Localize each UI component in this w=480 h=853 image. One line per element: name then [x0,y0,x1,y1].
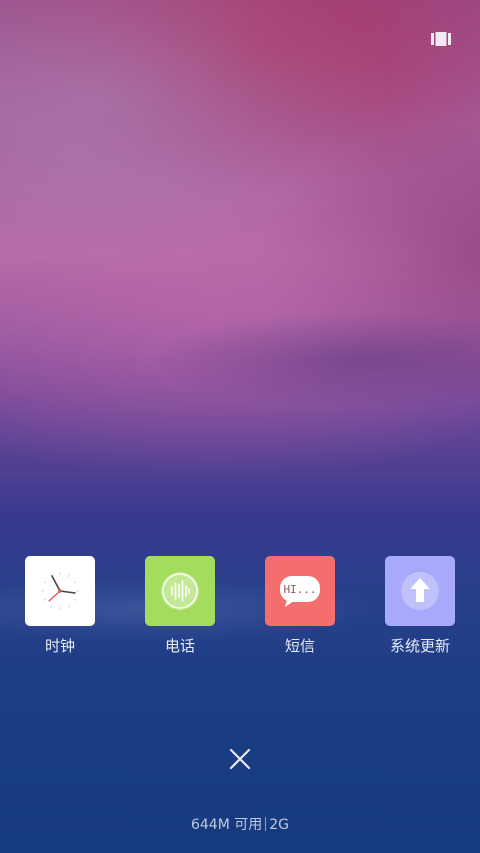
recents-layout-icon[interactable] [431,32,451,46]
memory-divider [265,817,267,831]
system-update-icon[interactable] [385,556,455,626]
app-label: 时钟 [44,637,75,655]
app-system-update[interactable]: 系统更新 [375,556,465,666]
memory-info: 644M 可用 2G [0,815,480,835]
app-label: 电话 [164,637,195,655]
clock-icon[interactable] [25,556,95,626]
app-phone[interactable]: 电话 [135,556,225,666]
app-clock[interactable]: 时钟 [15,556,105,666]
message-icon-text: HI... [283,583,316,596]
recent-apps-row: 时钟 电话 HI... 短信 系统更新 [0,556,480,666]
close-icon[interactable] [229,748,251,770]
memory-available: 644M 可用 [190,817,263,833]
message-icon[interactable]: HI... [265,556,335,626]
wallpaper [0,0,480,853]
app-label: 系统更新 [389,637,450,655]
memory-total: 2G [269,817,290,833]
app-messages[interactable]: HI... 短信 [255,556,345,666]
app-label: 短信 [284,637,315,655]
phone-icon[interactable] [145,556,215,626]
